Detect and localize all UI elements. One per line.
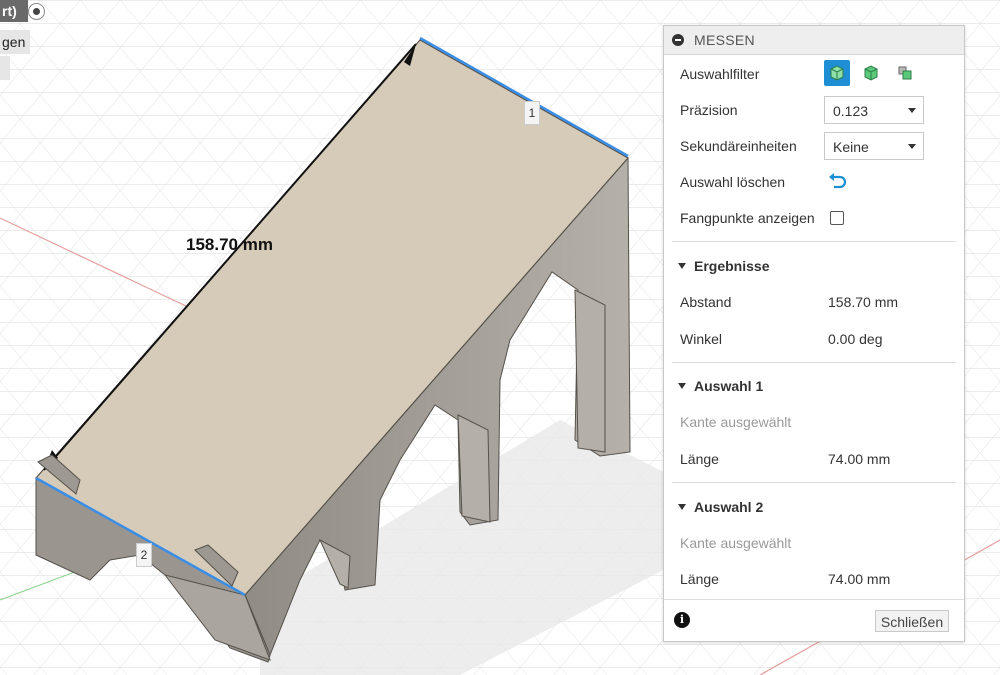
collapse-icon[interactable] (672, 34, 684, 46)
angle-label: Winkel (680, 331, 723, 347)
results-section-header[interactable]: Ergebnisse (664, 248, 964, 284)
divider (672, 362, 956, 363)
divider (672, 241, 956, 242)
angle-value: 0.00 deg (828, 331, 883, 347)
distance-row: Abstand 158.70 mm (664, 284, 964, 320)
precision-value: 0.123 (833, 103, 869, 119)
toolbar-fragment-label: rt) (0, 0, 28, 22)
toolbar-fragment-edge (0, 56, 10, 80)
undo-icon[interactable] (827, 173, 847, 191)
dimension-label: 158.70 mm (186, 235, 273, 254)
selection2-status: Kante ausgewählt (680, 535, 792, 551)
selection2-length-value: 74.00 mm (828, 571, 891, 587)
snap-points-label: Fangpunkte anzeigen (680, 210, 815, 226)
measure-panel: MESSEN Auswahlfilter Präzision 0.123 Sek… (663, 25, 965, 642)
filter-body-button[interactable] (824, 60, 850, 86)
selection-filter-row: Auswahlfilter (664, 56, 964, 92)
selection2-status-row: Kante ausgewählt (664, 525, 964, 561)
precision-row: Präzision 0.123 (664, 92, 964, 128)
clear-selection-row: Auswahl löschen (664, 164, 964, 200)
clear-selection-label: Auswahl löschen (680, 174, 786, 190)
edge-vertex-icon (898, 66, 912, 80)
edge-marker-2: 2 (136, 543, 152, 567)
selection2-length-row: Länge 74.00 mm (664, 561, 964, 597)
distance-value: 158.70 mm (828, 294, 899, 310)
precision-select[interactable]: 0.123 (824, 96, 924, 124)
secondary-units-select[interactable]: Keine (824, 132, 924, 160)
selection-filter-label: Auswahlfilter (680, 66, 760, 82)
selection1-length-row: Länge 74.00 mm (664, 441, 964, 477)
radio-button[interactable] (28, 3, 45, 20)
selection2-length-label: Länge (680, 571, 719, 587)
toolbar-fragment-button[interactable]: gen (0, 30, 30, 54)
chevron-down-icon (908, 144, 916, 149)
filter-edge-button[interactable] (892, 60, 918, 86)
snap-points-row: Fangpunkte anzeigen (664, 200, 964, 236)
selection1-status-row: Kante ausgewählt (664, 404, 964, 440)
precision-label: Präzision (680, 102, 738, 118)
secondary-units-label: Sekundäreinheiten (680, 138, 797, 154)
close-button[interactable]: Schließen (875, 610, 949, 632)
selection1-length-value: 74.00 mm (828, 451, 891, 467)
edge-marker-1: 1 (524, 101, 540, 125)
triangle-down-icon (678, 383, 686, 389)
divider (664, 599, 964, 600)
cube-body-icon (830, 65, 844, 81)
panel-header: MESSEN (664, 26, 964, 55)
selection1-section-header[interactable]: Auswahl 1 (664, 368, 964, 404)
distance-label: Abstand (680, 294, 732, 310)
info-icon[interactable]: i (674, 612, 690, 628)
selection2-title: Auswahl 2 (694, 499, 764, 515)
snap-points-checkbox[interactable] (830, 211, 844, 225)
selection1-status: Kante ausgewählt (680, 414, 792, 430)
secondary-units-value: Keine (833, 139, 869, 155)
triangle-down-icon (678, 504, 686, 510)
angle-row: Winkel 0.00 deg (664, 321, 964, 357)
selection1-title: Auswahl 1 (694, 378, 764, 394)
secondary-units-row: Sekundäreinheiten Keine (664, 128, 964, 164)
results-title: Ergebnisse (694, 258, 770, 274)
triangle-down-icon (678, 263, 686, 269)
divider (672, 482, 956, 483)
selection2-section-header[interactable]: Auswahl 2 (664, 489, 964, 525)
chevron-down-icon (908, 108, 916, 113)
cube-face-icon (864, 65, 878, 81)
filter-face-button[interactable] (858, 60, 884, 86)
selection1-length-label: Länge (680, 451, 719, 467)
panel-title: MESSEN (694, 32, 755, 48)
